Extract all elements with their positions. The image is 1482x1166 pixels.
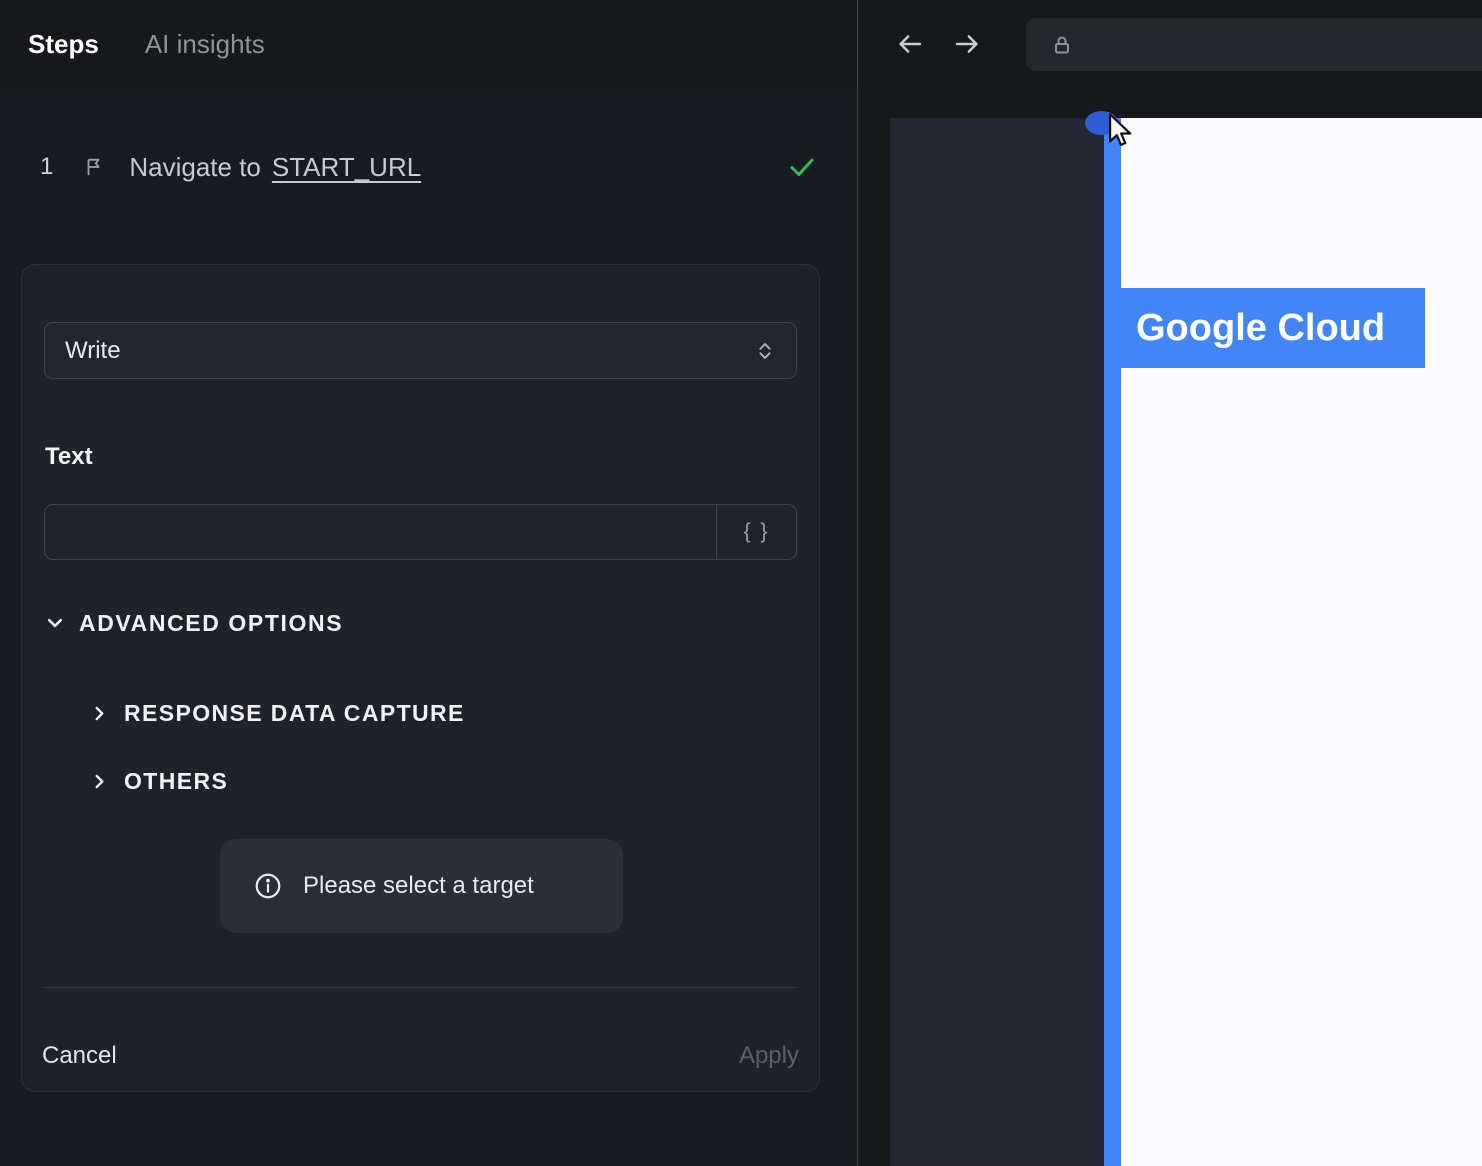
text-field-label: Text — [45, 443, 93, 470]
action-type-select[interactable]: Write — [44, 322, 797, 379]
start-url-link[interactable]: START_URL — [272, 152, 421, 183]
lock-icon — [1050, 33, 1074, 57]
page-sidebar-region[interactable] — [890, 118, 1104, 1166]
step-editor-card: Write Text { } ADVANCED OPTIONS RESPONSE… — [21, 264, 820, 1092]
mouse-cursor-icon — [1099, 110, 1137, 152]
page-content-region[interactable] — [1121, 118, 1482, 1166]
step-title: Navigate to START_URL — [129, 152, 421, 183]
step-number: 1 — [40, 153, 54, 180]
highlighted-element-strip[interactable] — [1104, 118, 1121, 1166]
select-target-text: Please select a target — [303, 872, 534, 899]
chevron-right-icon — [90, 704, 109, 723]
chevron-up-down-icon — [754, 340, 776, 362]
text-input-group: { } — [44, 504, 797, 560]
left-panel-tabs: Steps AI insights — [0, 0, 857, 88]
flag-icon — [83, 155, 105, 179]
response-data-capture-label: RESPONSE DATA CAPTURE — [124, 699, 465, 726]
url-bar[interactable] — [1026, 18, 1482, 71]
chevron-down-icon — [45, 613, 65, 633]
editor-footer: Cancel Apply — [42, 1025, 799, 1087]
advanced-options-label: ADVANCED OPTIONS — [79, 609, 344, 636]
footer-divider — [44, 987, 797, 988]
others-label: OTHERS — [124, 767, 229, 794]
browser-panel: Google Cloud — [859, 0, 1482, 1166]
forward-arrow-icon[interactable] — [952, 29, 982, 59]
app-root: Steps AI insights 1 Navigate to START_UR… — [0, 0, 1482, 1166]
apply-button[interactable]: Apply — [739, 1042, 799, 1070]
others-toggle[interactable]: OTHERS — [90, 765, 228, 797]
step-row[interactable]: 1 Navigate to START_URL — [40, 138, 817, 196]
browser-viewport: Google Cloud — [859, 88, 1482, 1166]
back-arrow-icon[interactable] — [895, 29, 925, 59]
select-target-tooltip: Please select a target — [220, 839, 623, 933]
tab-steps[interactable]: Steps — [28, 29, 99, 60]
step-title-text: Navigate to — [129, 151, 261, 182]
insert-token-button[interactable]: { } — [716, 505, 796, 559]
steps-panel: Steps AI insights 1 Navigate to START_UR… — [0, 0, 858, 1166]
browser-toolbar — [859, 0, 1482, 88]
advanced-options-toggle[interactable]: ADVANCED OPTIONS — [45, 605, 343, 641]
check-icon — [787, 152, 817, 182]
url-input[interactable] — [1090, 31, 1482, 58]
text-input[interactable] — [45, 505, 716, 559]
cancel-button[interactable]: Cancel — [42, 1042, 117, 1070]
info-icon — [253, 871, 283, 901]
action-type-value: Write — [65, 336, 121, 364]
element-highlight-label[interactable]: Google Cloud — [1119, 288, 1425, 368]
response-data-capture-toggle[interactable]: RESPONSE DATA CAPTURE — [90, 697, 465, 729]
tab-ai-insights[interactable]: AI insights — [145, 29, 265, 60]
chevron-right-icon — [90, 772, 109, 791]
